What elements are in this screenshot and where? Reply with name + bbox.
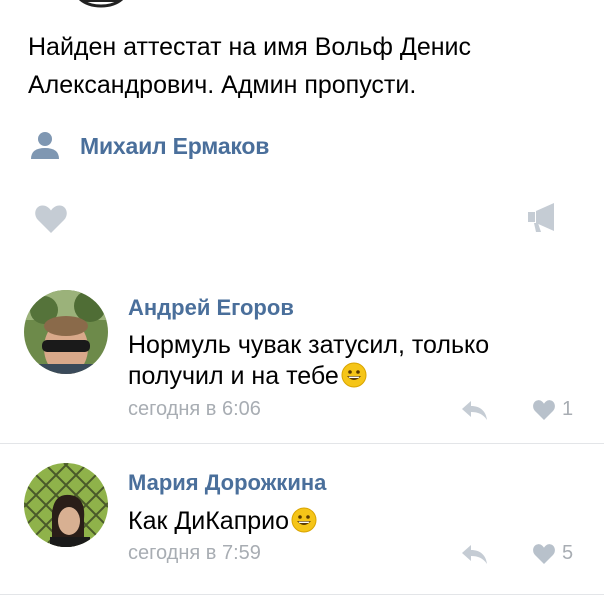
like-count: 5 [562, 542, 574, 564]
comment-text: Нормуль чувак затусил, только получил и … [128, 330, 568, 392]
like-count: 1 [562, 398, 574, 420]
avatar[interactable] [24, 290, 108, 374]
comment-text: Как ДиКаприо [128, 506, 568, 537]
signer-name[interactable]: Михаил Ермаков [80, 133, 269, 160]
comment-timestamp: сегодня в 7:59 [128, 542, 261, 564]
comment-text-line-2: получил и на тебе [128, 362, 339, 390]
reply-icon [462, 401, 487, 420]
comment-like-button[interactable]: 1 [532, 398, 573, 421]
grinning-face-emoji [341, 362, 367, 388]
community-logo-fragment [78, 0, 124, 8]
reply-icon [462, 545, 487, 564]
post-signer[interactable]: Михаил Ермаков [28, 126, 269, 166]
comment-text-line-1: Нормуль чувак затусил, только [128, 331, 490, 359]
megaphone-icon [528, 203, 554, 232]
heart-icon [35, 205, 67, 233]
post-text-line-2: Александрович. Админ пропусти. [28, 71, 417, 99]
comment-author[interactable]: Андрей Егоров [128, 295, 294, 321]
heart-icon [533, 399, 555, 420]
post-share-button[interactable] [526, 200, 560, 234]
grinning-face-emoji [291, 507, 317, 533]
post-text-line-1: Найден аттестат на имя Вольф Денис [28, 33, 472, 61]
heart-icon [533, 543, 555, 564]
post-text: Найден аттестат на имя Вольф Денис Алекс… [28, 28, 588, 104]
comment-divider [0, 594, 604, 595]
post-like-button[interactable] [34, 204, 68, 234]
avatar[interactable] [24, 463, 108, 547]
reply-button[interactable] [460, 543, 490, 565]
comment-like-button[interactable]: 5 [532, 542, 573, 565]
comment-text-line-1: Как ДиКаприо [128, 507, 290, 535]
reply-button[interactable] [460, 399, 490, 421]
comment-author[interactable]: Мария Дорожкина [128, 470, 326, 496]
person-icon [31, 132, 59, 159]
comment-timestamp: сегодня в 6:06 [128, 398, 261, 420]
comment-divider [0, 443, 604, 444]
